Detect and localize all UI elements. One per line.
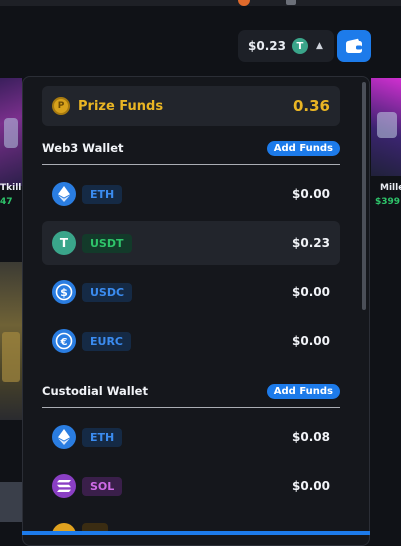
notification-icon[interactable] (238, 0, 250, 6)
usdc-icon: $ (52, 280, 76, 304)
eurc-icon: € (52, 329, 76, 353)
divider (42, 407, 340, 408)
token-row-eth[interactable]: ETH $0.08 (42, 415, 340, 459)
token-row-sol[interactable]: SOL $0.00 (42, 464, 340, 508)
token-symbol: SOL (82, 476, 123, 496)
add-funds-button[interactable]: Add Funds (266, 140, 340, 156)
token-symbol: EURC (82, 331, 131, 351)
menu-icon[interactable] (286, 0, 296, 5)
game-card-name[interactable]: Mille (380, 183, 401, 193)
token-row-eth[interactable]: ETH $0.00 (42, 172, 340, 216)
section-title: Web3 Wallet (42, 141, 124, 155)
prize-funds: P Prize Funds 0.36 (42, 86, 340, 126)
web3-wallet-header: Web3 Wallet Add Funds (42, 138, 340, 158)
ethereum-icon (52, 425, 76, 449)
tether-icon: T (52, 231, 76, 255)
token-row-usdc[interactable]: $ USDC $0.00 (42, 270, 340, 314)
ethereum-icon (52, 182, 76, 206)
game-card-image[interactable] (0, 262, 22, 420)
prize-funds-label: Prize Funds (78, 98, 164, 114)
section-title: Custodial Wallet (42, 384, 148, 398)
game-card-price: 47 (0, 197, 13, 207)
game-card-image[interactable] (0, 78, 22, 186)
token-amount: $0.00 (292, 479, 330, 493)
dropdown-accent-bar (22, 531, 370, 535)
solana-icon (52, 474, 76, 498)
svg-text:$: $ (60, 286, 68, 299)
tether-icon: T (291, 38, 308, 54)
divider (42, 164, 340, 165)
token-amount: $0.00 (292, 187, 330, 201)
game-card-image[interactable] (371, 78, 401, 176)
token-row-eurc[interactable]: € EURC $0.00 (42, 319, 340, 363)
token-amount: $0.00 (292, 334, 330, 348)
token-symbol: USDT (82, 233, 132, 253)
scrollbar-thumb[interactable] (362, 82, 366, 310)
wallet-icon (346, 38, 362, 53)
caret-up-icon: ▲ (315, 41, 323, 51)
token-symbol: ETH (82, 427, 123, 447)
token-amount: $0.23 (292, 236, 330, 250)
token-symbol: ETH (82, 184, 123, 204)
token-amount: $0.00 (292, 285, 330, 299)
custodial-wallet-header: Custodial Wallet Add Funds (42, 381, 340, 401)
svg-text:€: € (60, 337, 68, 348)
game-card-image[interactable] (0, 482, 22, 522)
token-row-usdt[interactable]: T USDT $0.23 (42, 221, 340, 265)
coin-icon: P (52, 97, 70, 115)
add-funds-button[interactable]: Add Funds (266, 383, 340, 399)
balance-amount: $0.23 (248, 39, 286, 53)
balance-button[interactable]: $0.23 T ▲ (238, 30, 334, 62)
game-card-name[interactable]: Tkill (0, 183, 21, 193)
top-bar-strip (0, 0, 401, 6)
token-symbol: USDC (82, 282, 133, 302)
game-card-price: $399 (375, 197, 401, 207)
wallet-button[interactable] (337, 30, 371, 62)
token-amount: $0.08 (292, 430, 330, 444)
prize-funds-value: 0.36 (292, 97, 330, 115)
